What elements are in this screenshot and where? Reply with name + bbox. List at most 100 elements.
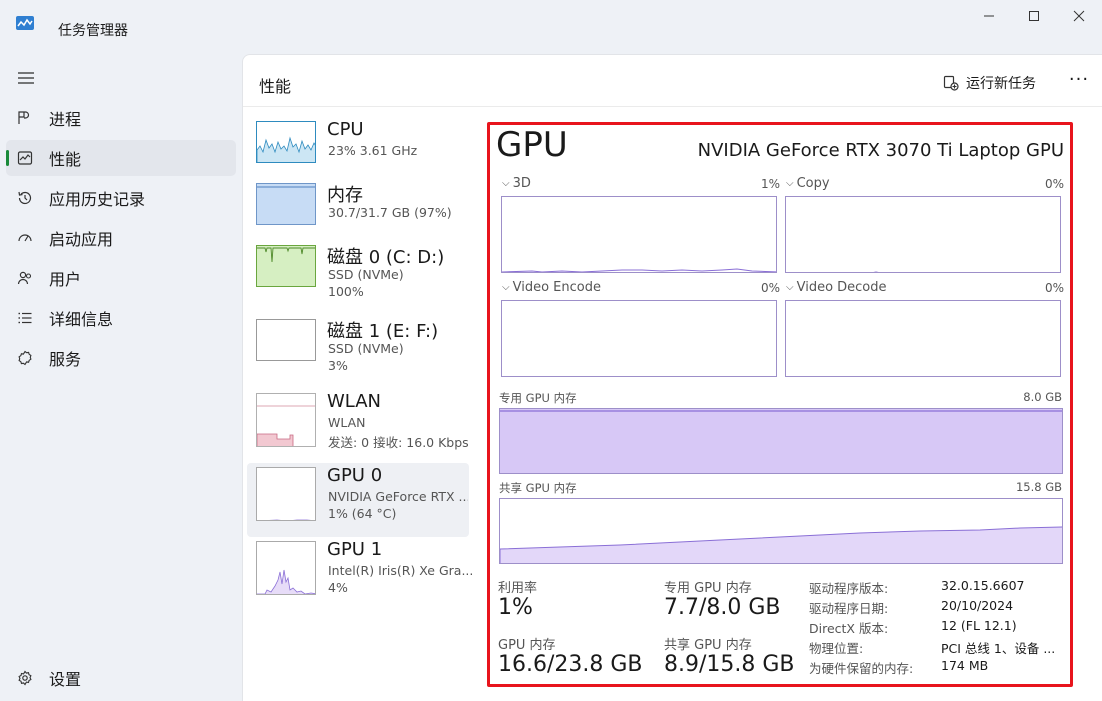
driver-date-value: 20/10/2024 — [941, 598, 1014, 613]
dedicated-memory-graph-label: 专用 GPU 内存 — [499, 391, 577, 405]
gear-icon — [16, 669, 34, 687]
shared-memory-label: 共享 GPU 内存 — [664, 638, 752, 653]
sidebar-item-label: 服务 — [49, 350, 82, 369]
resource-item-gpu-1[interactable]: GPU 1 Intel(R) Iris(R) Xe Gra... 4% — [247, 537, 473, 603]
sidebar-item-app-history[interactable]: 应用历史记录 — [6, 180, 236, 216]
directx-version-label: DirectX 版本: — [809, 621, 889, 636]
resource-detail: WLAN — [328, 415, 366, 430]
resource-item-wlan[interactable]: WLAN WLAN 发送: 0 接收: 16.0 Kbps — [247, 389, 469, 455]
resource-name: 磁盘 0 (C: D:) — [327, 247, 445, 268]
resource-item-disk-1[interactable]: 磁盘 1 (E: F:) SSD (NVMe) 3% — [247, 315, 469, 381]
sidebar-item-performance[interactable]: 性能 — [6, 140, 236, 176]
resource-name: WLAN — [327, 391, 382, 412]
run-task-icon — [943, 75, 959, 91]
shared-memory-max: 15.8 GB — [1015, 480, 1062, 494]
gpu-title: GPU — [496, 125, 568, 165]
dedicated-memory-max: 8.0 GB — [1023, 390, 1062, 404]
run-new-task-label: 运行新任务 — [966, 76, 1036, 92]
sidebar: 进程 性能 应用历史记录 启动应用 用户 详细信息 服务 设置 — [0, 54, 242, 701]
disk-0-thumbnail — [256, 245, 316, 287]
close-button[interactable] — [1056, 6, 1102, 26]
details-icon — [16, 309, 34, 327]
engine-value: 0% — [1044, 281, 1064, 295]
resource-name: GPU 1 — [327, 539, 383, 560]
sidebar-item-startup-apps[interactable]: 启动应用 — [6, 220, 236, 256]
sidebar-item-users[interactable]: 用户 — [6, 260, 236, 296]
utilization-label: 利用率 — [498, 581, 538, 596]
resource-item-disk-0[interactable]: 磁盘 0 (C: D:) SSD (NVMe) 100% — [247, 241, 469, 307]
sidebar-item-label: 详细信息 — [49, 310, 114, 329]
graph-video-decode — [785, 300, 1061, 377]
engine-label: 3D — [512, 176, 531, 191]
processes-icon — [16, 109, 34, 127]
startup-apps-icon — [16, 229, 34, 247]
resource-name: 内存 — [327, 185, 363, 206]
memory-thumbnail — [256, 183, 316, 225]
app-history-icon — [16, 189, 34, 207]
resource-item-memory[interactable]: 内存 30.7/31.7 GB (97%) — [247, 179, 469, 245]
minimize-button[interactable] — [966, 6, 1012, 26]
sidebar-item-processes[interactable]: 进程 — [6, 100, 236, 136]
resource-item-cpu[interactable]: CPU 23% 3.61 GHz — [247, 117, 469, 183]
close-icon — [1073, 10, 1085, 22]
gpu-0-thumbnail — [256, 467, 316, 521]
resource-usage: 发送: 0 接收: 16.0 Kbps — [328, 435, 469, 450]
more-options-button[interactable]: ··· — [1067, 69, 1091, 93]
settings-label: 设置 — [49, 670, 82, 689]
services-icon — [16, 349, 34, 367]
graph-video-encode — [501, 300, 777, 377]
hamburger-menu-icon[interactable] — [16, 68, 36, 88]
engine-value: 0% — [760, 281, 780, 295]
wlan-thumbnail — [256, 393, 316, 447]
hardware-reserved-memory-label: 为硬件保留的内存: — [809, 661, 914, 676]
resource-detail: 30.7/31.7 GB (97%) — [328, 205, 452, 220]
title-bar: 任务管理器 — [0, 0, 1102, 54]
resource-item-gpu-0[interactable]: GPU 0 NVIDIA GeForce RTX ... 1% (64 °C) — [247, 463, 469, 537]
main-panel: 性能 运行新任务 ··· CPU 23% 3.61 GHz 内存 30.7/31… — [242, 54, 1102, 701]
utilization-value: 1% — [498, 595, 533, 620]
engine-value: 0% — [1044, 177, 1064, 191]
maximize-icon — [1029, 11, 1039, 21]
sidebar-item-label: 进程 — [49, 110, 82, 129]
graph-dedicated-memory — [499, 408, 1063, 474]
engine-label: Video Encode — [512, 280, 601, 295]
task-manager-app-icon — [16, 16, 34, 30]
resource-name: 磁盘 1 (E: F:) — [327, 321, 439, 342]
chevron-down-icon: ⌵ — [502, 178, 510, 189]
gpu-model-name: NVIDIA GeForce RTX 3070 Ti Laptop GPU — [697, 140, 1064, 161]
engine-selector-video-decode[interactable]: ⌵ Video Decode — [786, 280, 887, 295]
gpu-detail-panel: GPU NVIDIA GeForce RTX 3070 Ti Laptop GP… — [487, 122, 1073, 687]
graph-copy — [785, 196, 1061, 273]
maximize-button[interactable] — [1011, 6, 1057, 26]
shared-memory-value: 8.9/15.8 GB — [664, 652, 795, 677]
graph-shared-memory — [499, 498, 1063, 564]
main-header: 性能 运行新任务 ··· — [243, 55, 1102, 107]
resource-detail: Intel(R) Iris(R) Xe Gra... — [328, 563, 473, 578]
physical-location-label: 物理位置: — [809, 641, 864, 656]
chevron-down-icon: ⌵ — [502, 282, 510, 293]
sidebar-item-services[interactable]: 服务 — [6, 340, 236, 376]
engine-value: 1% — [760, 177, 780, 191]
resource-detail: SSD (NVMe) — [328, 267, 404, 282]
chevron-down-icon: ⌵ — [786, 178, 794, 189]
resource-usage: 4% — [328, 580, 348, 595]
users-icon — [16, 269, 34, 287]
engine-selector-copy[interactable]: ⌵ Copy — [786, 176, 830, 191]
graph-3d — [501, 196, 777, 273]
engine-selector-3d[interactable]: ⌵ 3D — [502, 176, 531, 191]
physical-location-value: PCI 总线 1、设备 ... — [941, 641, 1056, 656]
resource-name: CPU — [327, 119, 364, 140]
run-new-task-button[interactable]: 运行新任务 — [943, 73, 1036, 93]
sidebar-item-settings[interactable]: 设置 — [6, 660, 236, 696]
disk-1-thumbnail — [256, 319, 316, 361]
hardware-reserved-memory-value: 174 MB — [941, 658, 989, 673]
engine-label: Copy — [796, 176, 830, 191]
driver-version-value: 32.0.15.6607 — [941, 578, 1025, 593]
minimize-icon — [984, 15, 994, 17]
engine-selector-video-encode[interactable]: ⌵ Video Encode — [502, 280, 601, 295]
chevron-down-icon: ⌵ — [786, 282, 794, 293]
engine-label: Video Decode — [796, 280, 887, 295]
driver-version-label: 驱动程序版本: — [809, 581, 889, 596]
resource-usage: 3% — [328, 358, 348, 373]
sidebar-item-details[interactable]: 详细信息 — [6, 300, 236, 336]
